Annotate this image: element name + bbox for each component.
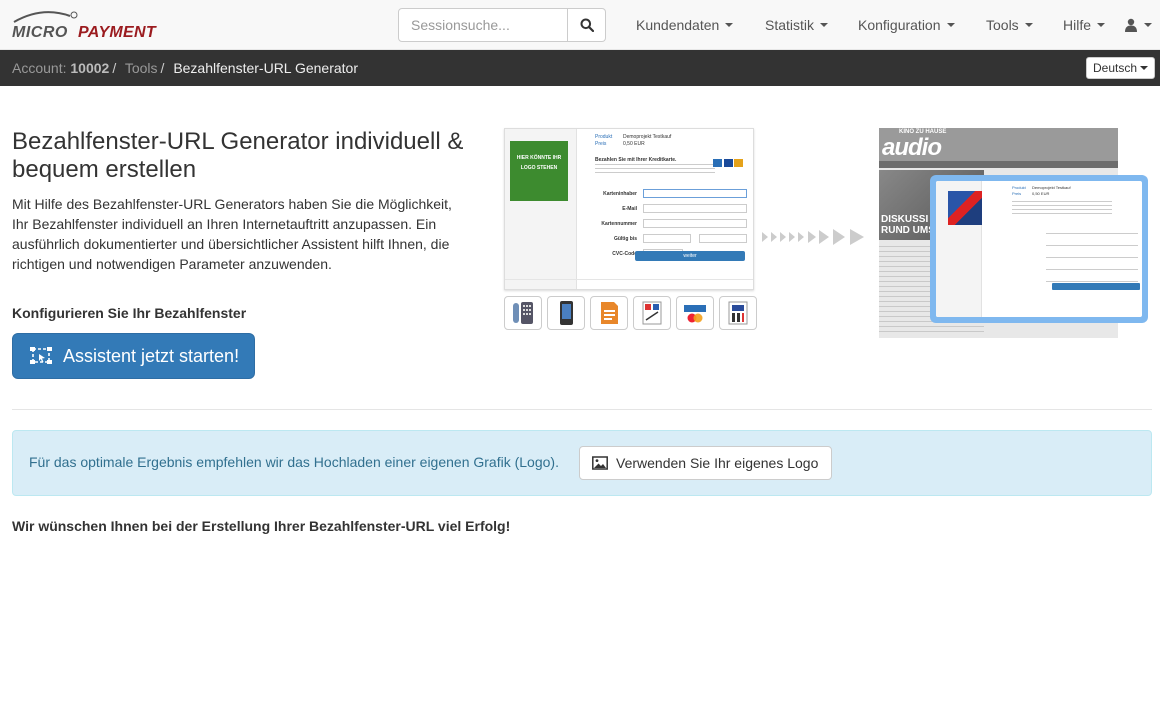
session-search [398,8,606,42]
breadcrumb-tools[interactable]: Tools [125,60,158,76]
chevron-down-icon [1097,23,1106,27]
chevron-down-icon [1144,23,1152,27]
config-heading: Konfigurieren Sie Ihr Bezahlfenster [12,305,247,321]
preview-logo-placeholder: HIER KÖNNTE IHR LOGO STEHEN [510,141,568,201]
search-button[interactable] [568,8,606,42]
chevron-down-icon [1024,23,1033,27]
invoice-icon [590,296,628,330]
flow-arrows-icon [762,229,864,245]
session-search-input[interactable] [398,8,568,42]
credit-card-icon [676,296,714,330]
chevron-down-icon [946,23,955,27]
nav-tools[interactable]: Tools [986,0,1033,50]
chevron-down-icon [1140,66,1149,70]
nav-tools-label: Tools [986,17,1019,33]
breadcrumb-bar: Account: 10002/ Tools / Bezahlfenster-URL… [0,50,1160,86]
user-icon [1125,18,1137,32]
nav-user-menu[interactable] [1124,0,1152,50]
search-icon [580,18,594,32]
chevron-down-icon [820,23,829,27]
preview-price-label: Preis [595,141,607,147]
language-select[interactable]: Deutsch [1086,57,1155,79]
phone-payment-icon [504,296,542,330]
logo-upload-alert: Für das optimale Ergebnis empfehlen wir … [12,430,1152,496]
preview-product-label: Produkt [595,134,613,140]
use-own-logo-label: Verwenden Sie Ihr eigenes Logo [616,455,819,471]
sofort-transfer-icon [719,296,757,330]
nav-statistik-label: Statistik [765,17,815,33]
nav-hilfe[interactable]: Hilfe [1063,0,1106,50]
start-assistant-button[interactable]: Assistent jetzt starten! [12,333,255,379]
preview-submit-button: weiter [635,251,745,261]
nav-kundendaten-label: Kundendaten [636,17,720,33]
logo-text-payment: PAYMENT [78,24,156,41]
preview-heading: Bezahlen Sie mit Ihrer Kreditkarte. [595,157,677,163]
nav-kundendaten[interactable]: Kundendaten [636,0,734,50]
nav-konfiguration-label: Konfiguration [858,17,941,33]
nav-hilfe-label: Hilfe [1063,17,1092,33]
nav-konfiguration[interactable]: Konfiguration [858,0,955,50]
direct-debit-icon [633,296,671,330]
chevron-down-icon [725,23,734,27]
payment-methods [504,296,757,330]
breadcrumb-current: Bezahlfenster-URL Generator [173,60,358,76]
start-assistant-label: Assistent jetzt starten! [63,345,240,366]
page-title: Bezahlfenster-URL Generator individuell … [12,128,464,183]
payment-window-preview: HIER KÖNNTE IHR LOGO STEHEN Produkt Prei… [504,128,754,290]
top-navbar: MICRO PAYMENT Kundendaten Statistik Konf… [0,0,1160,50]
wizard-icon [30,347,52,364]
card-logos-icon [713,159,743,167]
mobile-payment-icon [547,296,585,330]
language-selected: Deutsch [1092,61,1138,75]
image-icon [592,456,608,470]
preview-product-value: Demoprojekt Testkauf [623,134,672,140]
magazine-cover-icon [948,191,982,225]
site-brand-text: audio [882,134,942,161]
logo-text-micro: MICRO [12,24,68,41]
breadcrumb-account-number[interactable]: 10002 [70,60,109,76]
breadcrumb: Account: 10002/ Tools / Bezahlfenster-URL… [12,60,358,76]
breadcrumb-account-label: Account: [12,60,67,76]
popup-submit-button [1052,283,1140,290]
alert-text: Für das optimale Ergebnis empfehlen wir … [29,454,559,470]
closing-message: Wir wünschen Ihnen bei der Erstellung Ih… [12,518,511,534]
micropayment-logo[interactable]: MICRO PAYMENT [12,10,162,44]
use-own-logo-button[interactable]: Verwenden Sie Ihr eigenes Logo [579,446,832,480]
preview-price-value: 0,50 EUR [623,141,645,147]
logo-swoosh-icon [13,11,78,23]
intro-text: Mit Hilfe des Bezahlfenster-URL Generato… [12,196,452,272]
section-divider [12,409,1152,410]
nav-statistik[interactable]: Statistik [765,0,829,50]
payment-popup-preview: Produkt Preis Demoprojekt Testkauf 0,50 EU… [930,175,1148,323]
